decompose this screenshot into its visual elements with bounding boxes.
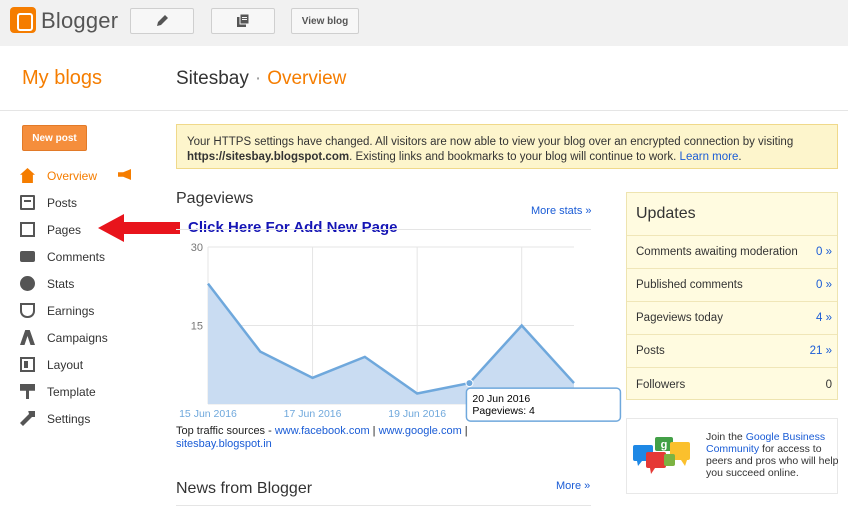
sidebar-item-label: Comments [47,249,106,264]
settings-icon [20,411,35,426]
new-post-toolbar-button[interactable] [130,8,194,34]
home-icon [20,168,35,183]
new-post-button[interactable]: New post [22,125,87,151]
more-stats-link[interactable]: More stats » [531,205,592,217]
layout-icon [20,357,35,372]
app-name[interactable]: Blogger [41,8,118,34]
sidebar-nav: Overview Posts Pages Comments Stats Earn… [20,162,160,432]
posts-list-toolbar-button[interactable] [211,8,275,34]
updates-row: Pageviews today 4 » [627,302,837,335]
annotation-text: Click Here For Add New Page [188,219,398,236]
more-news-link[interactable]: More » [556,480,590,492]
updates-row-value[interactable]: 0 » [816,246,832,258]
updates-row: Comments awaiting moderation 0 » [627,236,837,269]
sidebar-item-earnings[interactable]: Earnings [20,297,160,324]
chart-tooltip-date: 20 Jun 2016 [472,393,530,405]
updates-row-label: Pageviews today [636,312,723,324]
sidebar-item-label: Posts [47,195,78,210]
gbc-text: Join the Google Business Community for a… [706,431,840,479]
notice-text: . Existing links and bookmarks to your b… [349,151,680,163]
updates-row-label: Followers [636,378,686,391]
sidebar-item-label: Stats [47,276,75,291]
notice-text: Your HTTPS settings have changed. All vi… [187,136,794,148]
https-notice: Your HTTPS settings have changed. All vi… [176,124,838,169]
traffic-source-link[interactable]: sitesbay.blogspot.in [176,438,272,450]
annotation-arrow [98,214,180,242]
header-divider [0,110,848,111]
sidebar-item-overview[interactable]: Overview [20,162,160,189]
sidebar-item-label: Overview [47,168,98,183]
megaphone-icon[interactable] [118,169,131,180]
sidebar-item-label: Earnings [47,303,95,318]
pageviews-divider [176,229,591,230]
pages-icon [20,222,35,237]
pageviews-title: Pageviews [176,190,254,207]
traffic-sources: Top traffic sources - www.facebook.com |… [176,425,596,451]
pageviews-chart: 301515 Jun 201617 Jun 201619 Jun 2016212… [179,242,622,422]
template-icon [20,384,35,399]
sidebar-item-posts[interactable]: Posts [20,189,160,216]
blog-name[interactable]: Sitesbay [176,68,249,89]
sidebar-item-settings[interactable]: Settings [20,405,160,432]
sidebar-item-label: Campaigns [47,330,108,345]
sidebar-item-layout[interactable]: Layout [20,351,160,378]
chat-bubbles-icon: g [633,437,690,474]
chart-x-tick-label: 19 Jun 2016 [388,408,446,420]
svg-text:g: g [661,439,668,451]
chart-y-tick-label: 30 [191,242,203,254]
chart-area-fill [208,283,574,404]
chart-x-tick-label: 17 Jun 2016 [284,408,342,420]
updates-row-label: Published comments [636,279,743,291]
chart-tooltip-value: Pageviews: 4 [472,405,535,417]
view-blog-button[interactable]: View blog [291,8,359,34]
updates-row-value[interactable]: 4 » [816,312,832,324]
traffic-prefix: Top traffic sources - [176,425,275,437]
news-divider [176,505,591,506]
sidebar-item-label: Layout [47,357,84,372]
updates-row: Followers 0 [627,368,837,401]
my-blogs-link[interactable]: My blogs [22,67,102,90]
sidebar-item-stats[interactable]: Stats [20,270,160,297]
updates-row-value[interactable]: 0 » [816,279,832,291]
notice-url: https://sitesbay.blogspot.com [187,151,350,163]
gbc-text-part: Join the [706,431,746,443]
news-title: News from Blogger [176,480,313,497]
page-title: Sitesbay · Overview [176,68,346,90]
learn-more-link[interactable]: Learn more [680,151,739,163]
traffic-source-link[interactable]: www.google.com [379,425,462,437]
traffic-separator: | [369,425,379,437]
chart-data-point [465,379,474,388]
updates-title: Updates [627,193,837,236]
sidebar-item-label: Template [47,384,96,399]
chart-x-tick-label: 15 Jun 2016 [179,408,237,420]
earnings-icon [20,303,35,318]
posts-icon [20,195,35,210]
updates-row: Posts 21 » [627,335,837,368]
document-list-icon [237,14,250,27]
updates-row: Published comments 0 » [627,269,837,302]
title-separator: · [254,68,262,89]
chart-y-tick-label: 15 [191,321,203,333]
pencil-icon [157,15,168,26]
stats-icon [20,276,35,291]
sidebar-item-template[interactable]: Template [20,378,160,405]
updates-row-label: Comments awaiting moderation [636,246,798,258]
notice-text: . [738,151,742,163]
campaigns-icon [20,330,35,345]
updates-row-value: 0 [825,378,832,391]
traffic-source-link[interactable]: www.facebook.com [275,425,370,437]
sidebar-item-label: Settings [47,411,91,426]
updates-panel: Updates Comments awaiting moderation 0 »… [626,192,838,400]
comments-icon [20,251,35,262]
sidebar-item-label: Pages [47,222,82,237]
updates-row-label: Posts [636,345,665,357]
updates-row-value[interactable]: 21 » [810,345,832,357]
sidebar-item-comments[interactable]: Comments [20,243,160,270]
sidebar-item-campaigns[interactable]: Campaigns [20,324,160,351]
current-page-name: Overview [267,68,347,89]
google-business-community-promo: g Join the Google Business Community for… [626,418,840,494]
top-bar: Blogger View blog [0,0,848,46]
blogger-logo-icon[interactable] [10,7,36,33]
traffic-separator: | [461,425,468,437]
